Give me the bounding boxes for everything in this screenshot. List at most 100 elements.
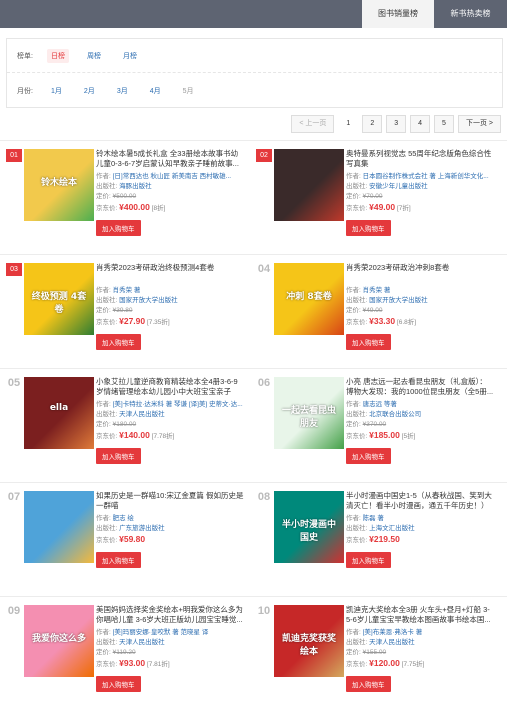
discount: [8折] — [151, 205, 166, 212]
book-title-link[interactable]: 小象艾拉儿童逆商教育精装绘本全4册3-6-9岁情绪管理绘本幼儿园小中大班宝宝亲子… — [96, 377, 244, 397]
add-to-cart-button[interactable]: 加入购物车 — [96, 448, 141, 464]
book-info: 小亮 唐志远一起去看昆虫朋友（礼盒版）：博物大发现：我的1000位昆虫朋友（全5… — [346, 377, 494, 464]
publisher-link[interactable]: 广东旅游出版社 — [119, 525, 165, 532]
author-label: 作者: — [346, 173, 361, 180]
book-cover-image[interactable]: 终极预测 4套卷 — [24, 263, 94, 335]
author-link[interactable]: [美]卡特拉·达米科 著 琴谦 [译]美] 史蒂文·达... — [113, 401, 243, 408]
filter-weekly[interactable]: 周榜 — [83, 49, 105, 63]
page-2[interactable]: 2 — [362, 115, 383, 133]
book-cover-image[interactable]: 我爱你这么多 — [24, 605, 94, 677]
list-price-line: 定价: ¥370.00 — [346, 420, 494, 430]
add-to-cart-button[interactable]: 加入购物车 — [96, 334, 141, 350]
book-cover-image[interactable] — [274, 149, 344, 221]
jd-price-label: 京东价: — [96, 205, 118, 212]
add-to-cart-button[interactable]: 加入购物车 — [96, 552, 141, 568]
month-3[interactable]: 3月 — [113, 84, 132, 98]
publisher-link[interactable]: 安徽少年儿童出版社 — [369, 183, 428, 190]
author-link[interactable]: 唐志远 等著 — [363, 401, 397, 408]
publisher-line: 出版社: 天津人民出版社 — [346, 638, 494, 648]
publisher-line: 出版社: 安徽少年儿童出版社 — [346, 182, 494, 192]
month-1[interactable]: 1月 — [47, 84, 66, 98]
month-4[interactable]: 4月 — [146, 84, 165, 98]
rank-badge: 01 — [6, 149, 22, 162]
publisher-link[interactable]: 国家开放大学出版社 — [119, 297, 178, 304]
publisher-link[interactable]: 北京联合出版公司 — [369, 411, 421, 418]
jd-price: ¥219.50 — [369, 534, 400, 544]
list-price: ¥119.20 — [112, 649, 136, 656]
author-link[interactable]: 肥志 绘 — [113, 515, 134, 522]
jd-price: ¥120.00 — [369, 658, 400, 668]
publisher-line: 出版社: 国家开放大学出版社 — [96, 296, 244, 306]
next-page-button[interactable]: 下一页 > — [457, 115, 501, 133]
jd-price-line: 京东价: ¥59.80 — [96, 534, 244, 546]
book-cover-image[interactable]: ella — [24, 377, 94, 449]
add-to-cart-button[interactable]: 加入购物车 — [346, 334, 391, 350]
book-info: 肖秀荣2023考研政治冲刺8套卷 作者: 肖秀荣 著出版社: 国家开放大学出版社定… — [346, 263, 494, 350]
book-cover-image[interactable] — [24, 491, 94, 563]
page-5[interactable]: 5 — [434, 115, 454, 133]
book-title-link[interactable]: 半小时漫画中国史1-5（从春秋战国、笑到大清灭亡！看半小时漫画，通五千年历史！） — [346, 491, 494, 511]
book-cover-image[interactable]: 半小时漫画中国史 — [274, 491, 344, 563]
book-title-link[interactable]: 肖秀荣2023考研政治冲刺8套卷 — [346, 263, 494, 283]
book-title-link[interactable]: 美国妈妈选择奖金奖绘本+明我爱你这么多为你唱哈儿童 3-6岁大班正版幼儿园宝宝睡… — [96, 605, 244, 625]
author-link[interactable]: 陈磊 著 — [363, 515, 384, 522]
book-title-link[interactable]: 铃木绘本暑5成长礼盒 全33册绘本故事书幼儿童0-3-6-7岁启蒙认知早教亲子睡… — [96, 149, 244, 169]
publisher-link[interactable]: 天津人民出版社 — [119, 639, 165, 646]
author-line: 作者: 肖秀荣 著 — [96, 286, 244, 296]
tab-sales-ranking[interactable]: 图书销量榜 — [362, 0, 434, 28]
add-to-cart-button[interactable]: 加入购物车 — [346, 448, 391, 464]
month-2[interactable]: 2月 — [80, 84, 99, 98]
publisher-line: 出版社: 国家开放大学出版社 — [346, 296, 494, 306]
publisher-link[interactable]: 天津人民出版社 — [119, 411, 165, 418]
page-3[interactable]: 3 — [386, 115, 407, 133]
list-filter-label: 榜单: — [17, 52, 33, 60]
page-4[interactable]: 4 — [410, 115, 431, 133]
publisher-label: 出版社: — [346, 297, 368, 304]
author-link[interactable]: 肖秀荣 著 — [113, 287, 141, 294]
page-1[interactable]: 1 — [338, 115, 359, 133]
book-cover-image[interactable]: 冲刺 8套卷 — [274, 263, 344, 335]
book-cover-image[interactable]: 铃木绘本 — [24, 149, 94, 221]
publisher-line: 出版社: 海豚出版社 — [96, 182, 244, 192]
add-to-cart-button[interactable]: 加入购物车 — [346, 220, 391, 236]
add-to-cart-button[interactable]: 加入购物车 — [346, 676, 391, 692]
book-title-link[interactable]: 凯迪克大奖绘本全3册 火车头+昼月+灯船 3-5-6岁儿童宝宝早教绘本图画故事书… — [346, 605, 494, 625]
tab-new-books[interactable]: 新书热卖榜 — [434, 0, 507, 28]
publisher-link[interactable]: 上海文汇出版社 — [369, 525, 415, 532]
rank-badge: 07 — [7, 491, 21, 503]
book-row: 07 如果历史是一群喵10:宋辽金夏篇 假如历史是一群喵 作者: 肥志 绘出版社: … — [0, 482, 507, 596]
publisher-link[interactable]: 国家开放大学出版社 — [369, 297, 428, 304]
list-price-line: 定价: ¥500.00 — [96, 192, 244, 202]
filter-panel: 榜单: 日榜 周榜 月榜 月份: 1月 2月 3月 4月 5月 — [6, 38, 503, 108]
publisher-line: 出版社: 北京联合出版公司 — [346, 410, 494, 420]
list-price-line: 定价: ¥155.00 — [346, 648, 494, 658]
book-title-link[interactable]: 小亮 唐志远一起去看昆虫朋友（礼盒版）：博物大发现：我的1000位昆虫朋友（全5… — [346, 377, 494, 397]
add-to-cart-button[interactable]: 加入购物车 — [346, 552, 391, 568]
author-link[interactable]: [美]布莱恩·弗洛卡 著 — [363, 629, 423, 636]
cover-caption: 一起去看昆虫朋友 — [281, 406, 336, 429]
add-to-cart-button[interactable]: 加入购物车 — [96, 676, 141, 692]
publisher-link[interactable]: 海豚出版社 — [119, 183, 152, 190]
author-link[interactable]: [日]常西达也 秋山匠 新美南吉 西村敏雄... — [113, 173, 231, 180]
book-cover-image[interactable]: 一起去看昆虫朋友 — [274, 377, 344, 449]
publisher-label: 出版社: — [96, 411, 118, 418]
publisher-label: 出版社: — [346, 411, 368, 418]
book-title-link[interactable]: 奥特曼系列视觉志 55周年纪念版角色综合性写真集 — [346, 149, 494, 169]
book-title-link[interactable]: 如果历史是一群喵10:宋辽金夏篇 假如历史是一群喵 — [96, 491, 244, 511]
author-link[interactable]: [美]玛丽安娜·皇咬默 著 范晓星 译 — [113, 629, 209, 636]
author-link[interactable]: 肖秀荣 著 — [363, 287, 391, 294]
book-item: 05 ella 小象艾拉儿童逆商教育精装绘本全4册3-6-9岁情绪管理绘本幼儿园小中… — [6, 369, 251, 481]
publisher-link[interactable]: 天津人民出版社 — [369, 639, 415, 646]
book-info: 美国妈妈选择奖金奖绘本+明我爱你这么多为你唱哈儿童 3-6岁大班正版幼儿园宝宝睡… — [96, 605, 244, 692]
author-line: 作者: 肖秀荣 著 — [346, 286, 494, 296]
jd-price: ¥27.90 — [119, 316, 146, 326]
author-link[interactable]: 日本圆谷制作株式会社 著 上海新创华文化... — [363, 173, 489, 180]
book-cover-image[interactable]: 凯迪克奖获奖绘本 — [274, 605, 344, 677]
book-title-link[interactable]: 肖秀荣2023考研政治终极预测4套卷 — [96, 263, 244, 283]
add-to-cart-button[interactable]: 加入购物车 — [96, 220, 141, 236]
discount: [7.78折] — [151, 433, 175, 440]
jd-price-line: 京东价: ¥49.00 [7折] — [346, 202, 494, 214]
jd-price-label: 京东价: — [96, 661, 118, 668]
filter-daily[interactable]: 日榜 — [47, 48, 69, 63]
filter-monthly[interactable]: 月榜 — [119, 49, 141, 63]
